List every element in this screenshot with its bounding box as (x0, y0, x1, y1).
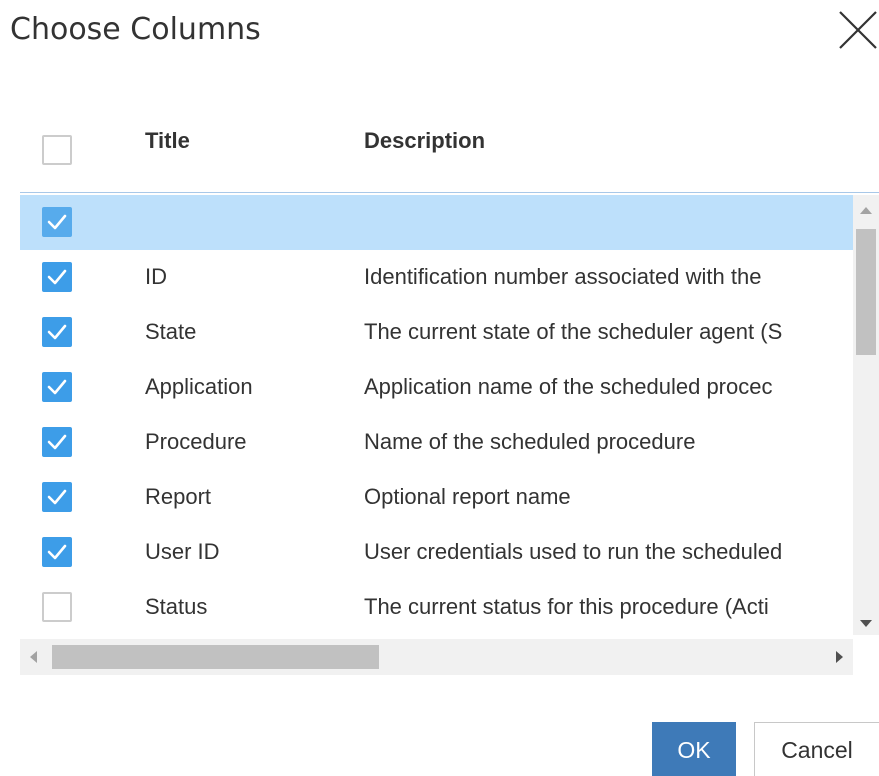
row-title-cell: User ID (145, 539, 220, 564)
row-description-cell: Name of the scheduled procedure (364, 429, 696, 454)
checkmark-icon (47, 269, 67, 285)
table-row[interactable]: Status The current status for this proced… (20, 580, 853, 635)
row-title-cell: Status (145, 594, 208, 619)
scroll-up-arrow-icon[interactable] (860, 207, 872, 214)
checkmark-icon (47, 214, 67, 230)
checkmark-icon (47, 324, 67, 340)
row-title-cell: Application (145, 374, 253, 399)
select-all-checkbox[interactable] (42, 135, 72, 165)
row-checkbox[interactable] (42, 427, 72, 457)
row-checkbox[interactable] (42, 592, 72, 622)
horizontal-scroll-thumb[interactable] (52, 645, 379, 669)
scrollbar-corner (853, 639, 879, 675)
row-description-cell: Optional report name (364, 484, 571, 509)
columns-grid: ID Identification number associated with … (20, 195, 879, 635)
row-description-cell: The current status for this procedure (A… (364, 594, 769, 619)
checkmark-icon (47, 544, 67, 560)
checkmark-icon (47, 379, 67, 395)
horizontal-scrollbar[interactable] (20, 639, 853, 675)
scroll-down-arrow-icon[interactable] (860, 620, 872, 627)
table-row[interactable]: Procedure Name of the scheduled procedure (20, 415, 853, 470)
row-title-cell: Procedure (145, 429, 247, 454)
dialog-title: Choose Columns (10, 12, 261, 47)
vertical-scrollbar[interactable] (853, 195, 879, 635)
row-title-cell: ID (145, 264, 167, 289)
close-button[interactable] (836, 6, 879, 52)
row-checkbox[interactable] (42, 207, 72, 237)
row-description-cell: Identification number associated with th… (364, 264, 762, 289)
choose-columns-dialog: Choose Columns Title Description ID Ident… (0, 0, 879, 776)
row-title-cell: State (145, 319, 197, 344)
close-icon (839, 11, 877, 49)
row-checkbox[interactable] (42, 372, 72, 402)
column-header-title[interactable]: Title (145, 128, 190, 154)
table-row[interactable]: User ID User credentials used to run the … (20, 525, 853, 580)
cancel-button[interactable]: Cancel (754, 722, 879, 776)
row-description-cell: Application name of the scheduled procec (364, 374, 773, 399)
checkmark-icon (47, 434, 67, 450)
vertical-scroll-thumb[interactable] (856, 229, 876, 355)
row-description-cell: The current state of the scheduler agent… (364, 319, 783, 344)
table-row[interactable] (20, 195, 853, 250)
column-header-description[interactable]: Description (364, 128, 485, 154)
row-checkbox[interactable] (42, 537, 72, 567)
checkmark-icon (47, 489, 67, 505)
table-row[interactable]: ID Identification number associated with … (20, 250, 853, 305)
row-description-cell: User credentials used to run the schedul… (364, 539, 783, 564)
scroll-left-arrow-icon[interactable] (30, 651, 37, 663)
row-checkbox[interactable] (42, 482, 72, 512)
ok-button[interactable]: OK (652, 722, 736, 776)
grid-rows: ID Identification number associated with … (20, 195, 853, 635)
row-checkbox[interactable] (42, 317, 72, 347)
scroll-right-arrow-icon[interactable] (836, 651, 843, 663)
table-row[interactable]: Report Optional report name (20, 470, 853, 525)
table-row[interactable]: Application Application name of the sched… (20, 360, 853, 415)
row-title-cell: Report (145, 484, 212, 509)
table-row[interactable]: State The current state of the scheduler … (20, 305, 853, 360)
grid-header: Title Description (20, 118, 879, 193)
row-checkbox[interactable] (42, 262, 72, 292)
